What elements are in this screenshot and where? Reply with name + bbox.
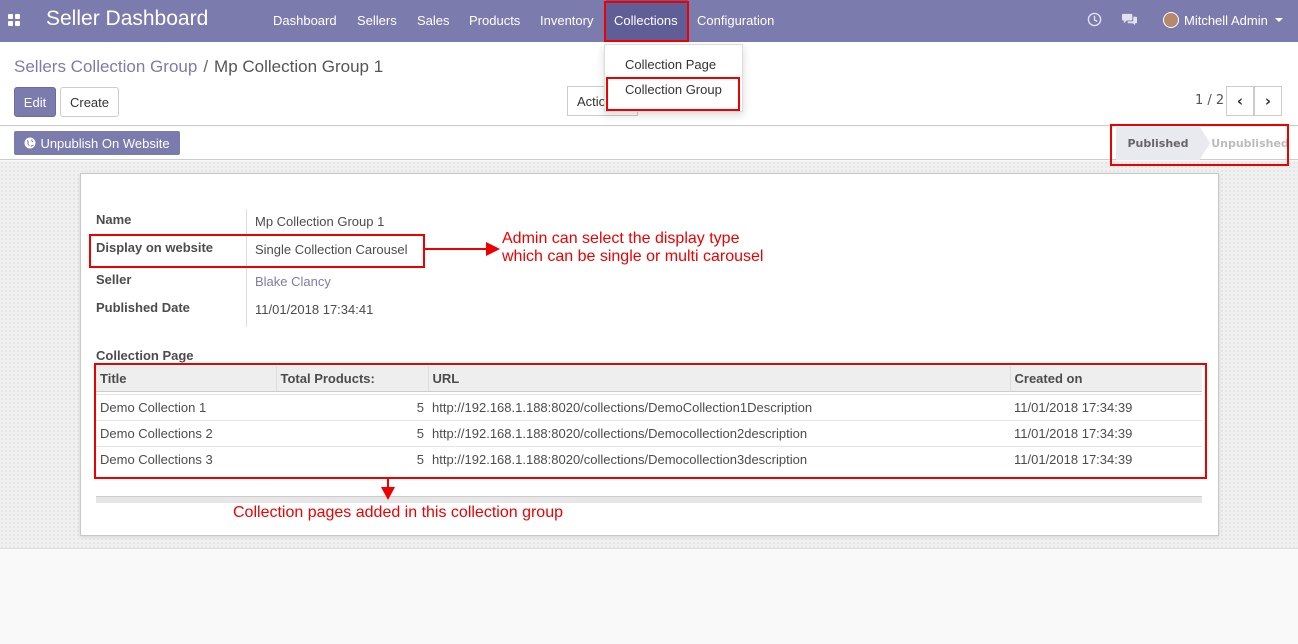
field-label-published-date: Published Date (96, 300, 190, 315)
dropdown-item-collection-page[interactable]: Collection Page (625, 57, 716, 72)
form-sheet (80, 173, 1219, 536)
pager-next-icon[interactable]: › (1254, 86, 1282, 116)
field-value-name: Mp Collection Group 1 (255, 214, 385, 229)
annotation-text-display-1: Admin can select the display type (502, 230, 740, 247)
menu-dashboard[interactable]: Dashboard (273, 13, 337, 28)
menu-inventory[interactable]: Inventory (540, 13, 593, 28)
menu-configuration[interactable]: Configuration (697, 13, 774, 28)
field-label-name: Name (96, 212, 132, 227)
breadcrumb-separator: / (203, 57, 209, 76)
user-menu-caret-icon[interactable] (1275, 18, 1283, 22)
section-title-collection-page: Collection Page (96, 348, 194, 363)
menu-products[interactable]: Products (469, 13, 520, 28)
app-brand[interactable]: Seller Dashboard (46, 7, 208, 31)
unpublish-button[interactable]: Unpublish On Website (14, 131, 180, 155)
statusbar: Unpublish On Website Published Unpublish… (0, 127, 1298, 160)
discuss-chat-icon[interactable] (1121, 12, 1138, 31)
annotation-box-stages (1110, 124, 1289, 166)
activity-clock-icon[interactable] (1087, 12, 1102, 31)
annotation-arrowhead-right-icon (486, 242, 500, 256)
annotation-box-table (94, 363, 1207, 479)
field-value-published-date: 11/01/2018 17:34:41 (255, 302, 374, 317)
unpublish-button-label: Unpublish On Website (40, 135, 170, 151)
user-menu-name[interactable]: Mitchell Admin (1184, 13, 1268, 28)
menu-sales[interactable]: Sales (417, 13, 450, 28)
breadcrumb-parent[interactable]: Sellers Collection Group (14, 57, 197, 76)
edit-button[interactable]: Edit (14, 87, 56, 117)
annotation-arrowhead-down-icon (381, 487, 395, 500)
breadcrumb-current: Mp Collection Group 1 (214, 57, 384, 76)
field-label-seller: Seller (96, 272, 132, 287)
globe-icon (24, 137, 36, 149)
menu-sellers[interactable]: Sellers (357, 13, 397, 28)
pager-value[interactable]: 1 / 2 (1195, 93, 1224, 108)
apps-menu-icon[interactable] (8, 14, 21, 27)
annotation-text-display-2: which can be single or multi carousel (502, 248, 764, 265)
annotation-box-collection-group (606, 77, 740, 111)
table-footer (96, 496, 1202, 503)
field-separator (246, 209, 247, 327)
annotation-box-collections-menu (604, 1, 689, 42)
field-value-seller[interactable]: Blake Clancy (255, 274, 331, 289)
pager-previous-icon[interactable]: ‹ (1226, 86, 1254, 116)
breadcrumb: Sellers Collection Group / Mp Collection G… (14, 57, 383, 77)
annotation-box-display-field (89, 234, 425, 268)
annotation-text-table: Collection pages added in this collectio… (233, 504, 563, 521)
create-button[interactable]: Create (60, 87, 119, 117)
annotation-arrow-display (425, 248, 491, 250)
user-avatar[interactable] (1163, 12, 1179, 28)
